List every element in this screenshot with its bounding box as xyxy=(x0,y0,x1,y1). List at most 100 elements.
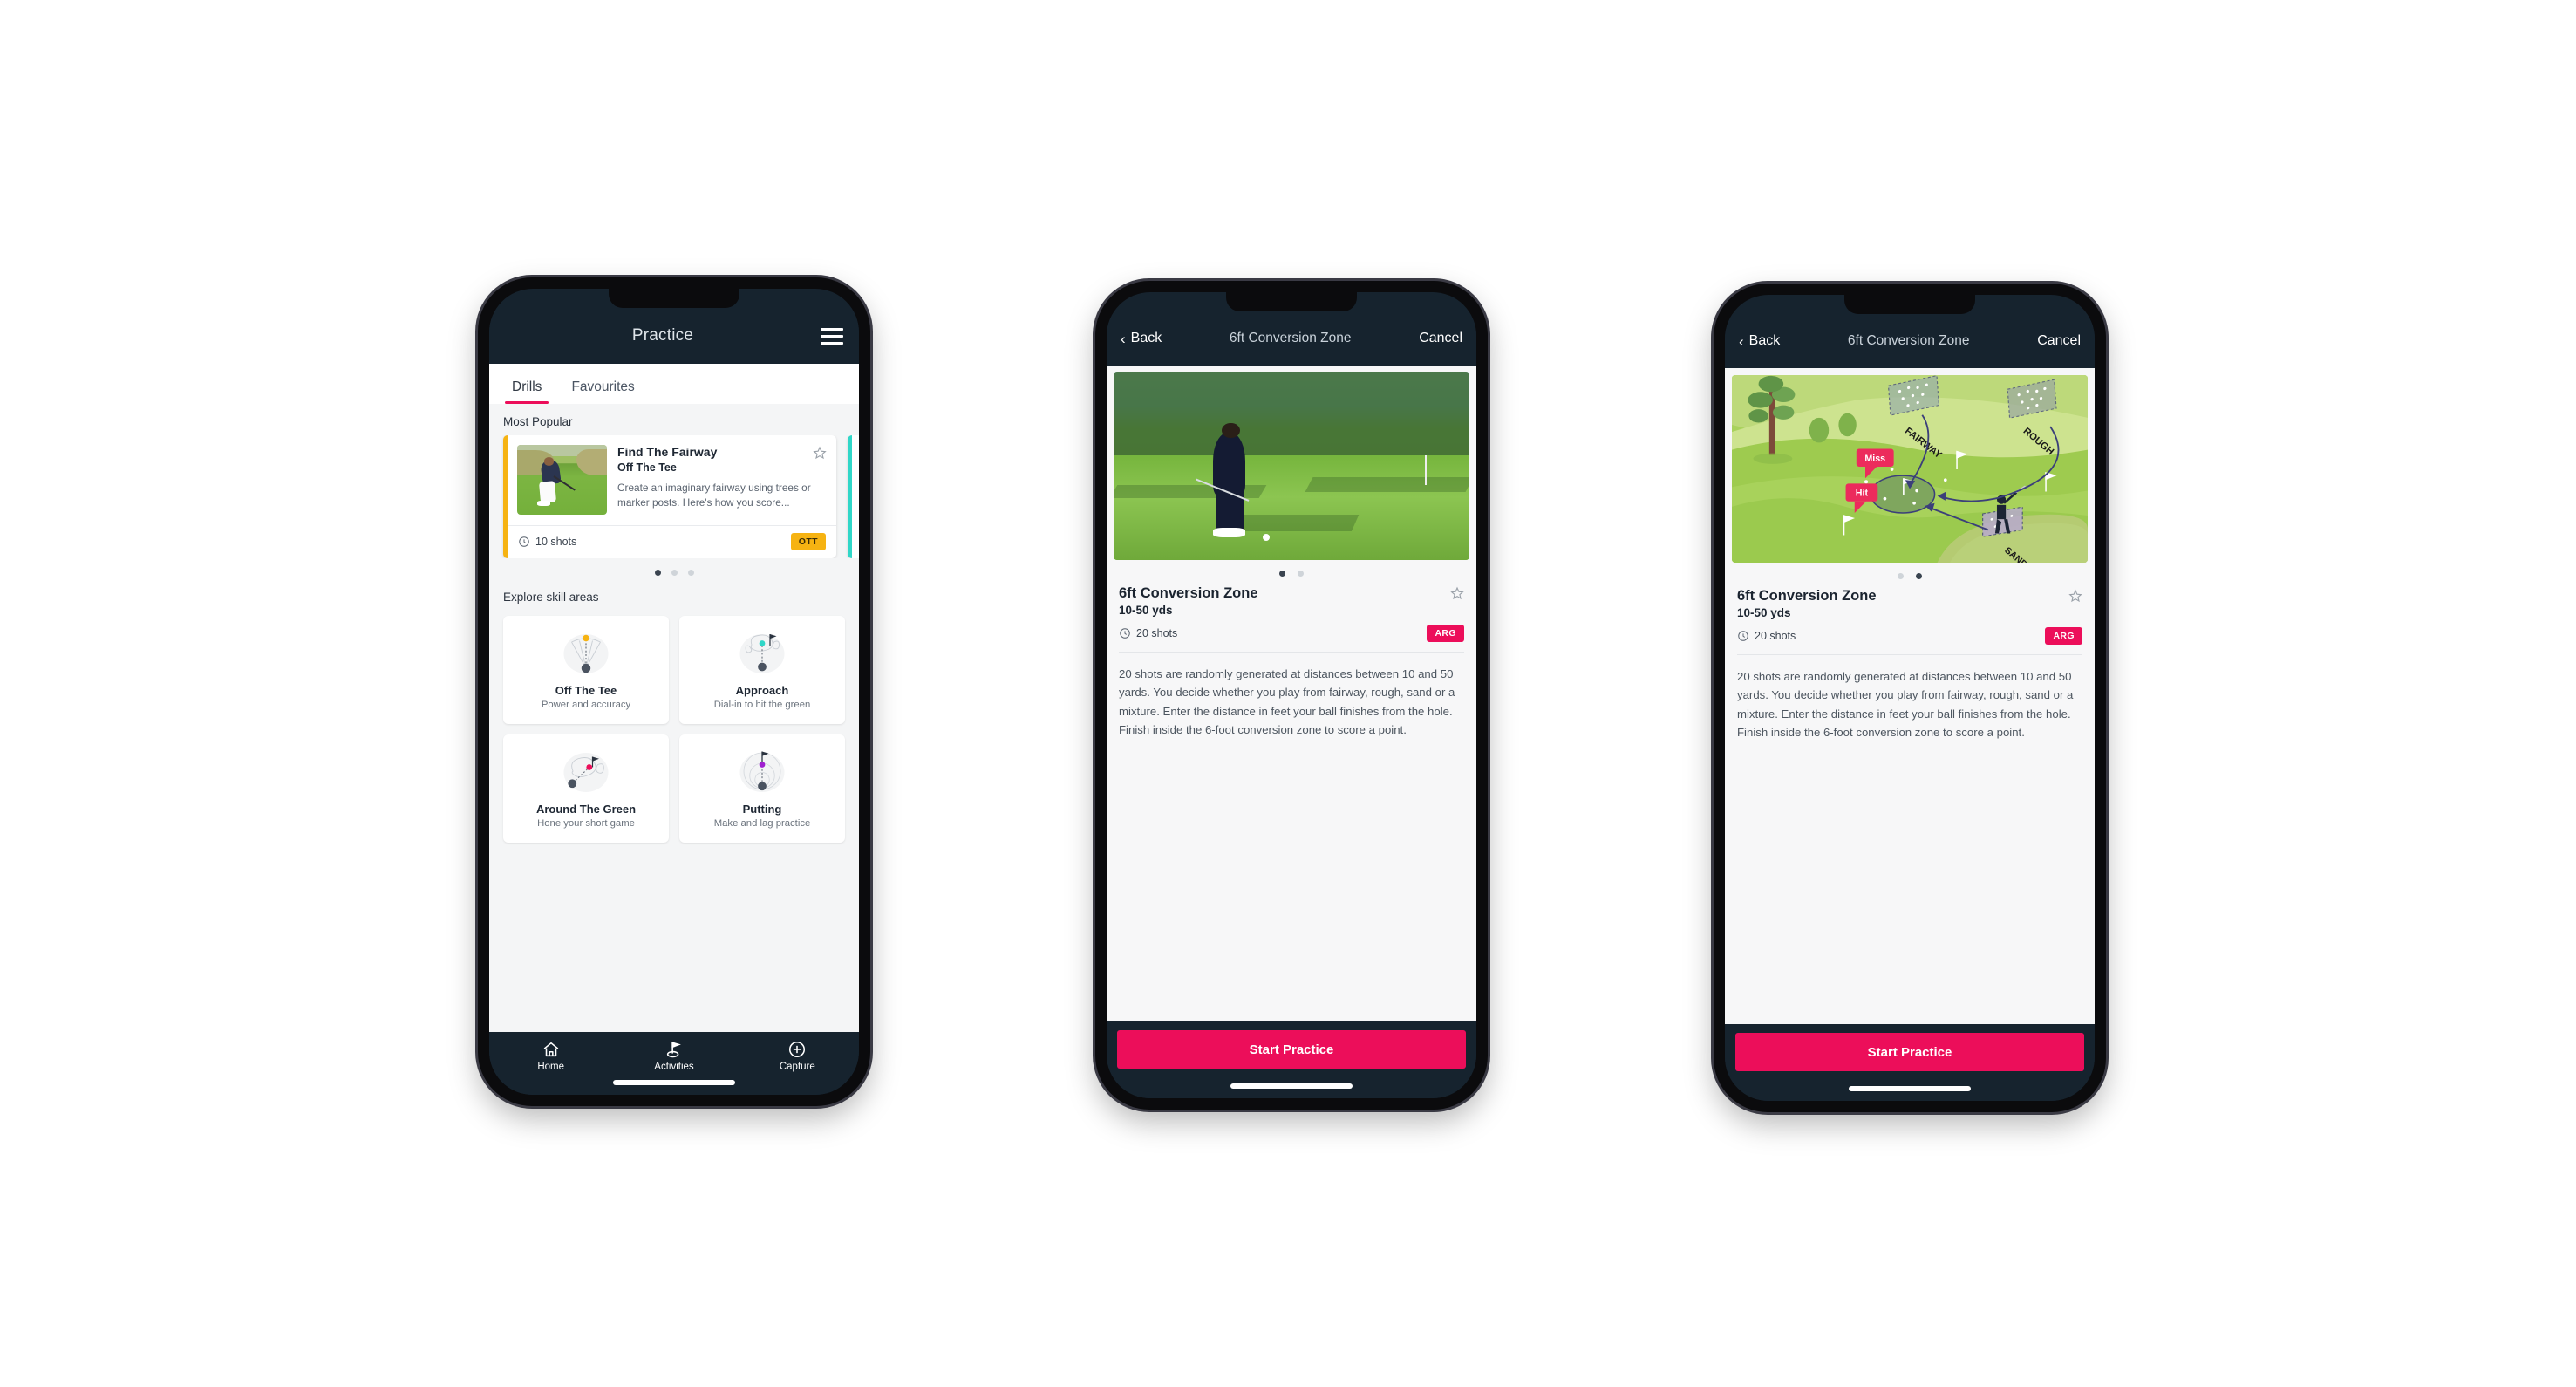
phone-1-practice-screen: Practice Drills Favourites Most Popular xyxy=(478,277,870,1106)
drill-skill-area: Off The Tee xyxy=(617,461,677,474)
hero-dot-2[interactable] xyxy=(1298,571,1304,577)
home-icon xyxy=(542,1040,561,1059)
drill-title: Find The Fairway xyxy=(617,445,718,459)
detail-content: 6ft Conversion Zone 10-50 yds 20 shots A… xyxy=(1107,366,1476,1021)
page-title: Practice xyxy=(631,326,694,345)
hero-dot-1[interactable] xyxy=(1898,573,1904,579)
star-outline-icon[interactable] xyxy=(2068,589,2082,603)
status-badge-ott: OTT xyxy=(790,533,826,550)
bottom-navigation: Home Activities Capture xyxy=(489,1032,859,1095)
drill-card-footer: 10 shots OTT xyxy=(508,525,836,558)
svg-text:Hit: Hit xyxy=(1856,489,1869,499)
drill-detail-description: 20 shots are randomly generated at dista… xyxy=(1119,667,1455,737)
skill-subtitle: Hone your short game xyxy=(537,818,635,829)
skill-title: Putting xyxy=(742,803,782,816)
skill-card-approach[interactable]: Approach Dial-in to hit the green xyxy=(679,616,845,724)
drill-description: Create an imaginary fairway using trees … xyxy=(617,482,811,509)
phone-2-viewport: ‹ Back 6ft Conversion Zone Cancel 6ft Co… xyxy=(1107,292,1476,1098)
hero-dot-1[interactable] xyxy=(1279,571,1285,577)
skill-subtitle: Dial-in to hit the green xyxy=(713,700,811,710)
screenshot-canvas: Practice Drills Favourites Most Popular xyxy=(0,0,2576,1387)
chevron-left-icon: ‹ xyxy=(1739,332,1744,350)
hamburger-menu-icon[interactable] xyxy=(821,327,843,345)
green-approach-icon xyxy=(728,626,796,679)
hero-carousel-dots[interactable] xyxy=(1107,560,1476,582)
chip-icon xyxy=(552,745,620,797)
nav-label: Capture xyxy=(779,1062,815,1072)
phone-3-drill-detail-illustration: ‹ Back 6ft Conversion Zone Cancel FAIRWA… xyxy=(1714,284,2106,1112)
status-badge-arg: ARG xyxy=(2045,627,2082,645)
nav-label: Home xyxy=(537,1062,564,1072)
svg-text:Miss: Miss xyxy=(1864,454,1885,464)
drill-carousel[interactable]: Find The Fairway Off The Tee Create an i… xyxy=(489,435,859,558)
app-header: Practice xyxy=(489,308,859,364)
home-indicator xyxy=(1849,1086,1971,1091)
drill-thumbnail xyxy=(517,445,607,515)
skill-card-around-the-green[interactable]: Around The Green Hone your short game xyxy=(503,734,669,843)
clock-icon xyxy=(1737,630,1749,642)
hero-carousel-dots[interactable] xyxy=(1725,563,2095,584)
star-outline-icon[interactable] xyxy=(1450,586,1464,600)
skill-card-putting[interactable]: Putting Make and lag practice xyxy=(679,734,845,843)
hero-photo[interactable] xyxy=(1114,372,1469,560)
skill-title: Approach xyxy=(735,684,789,697)
drill-card-meta: Find The Fairway Off The Tee Create an i… xyxy=(617,445,827,515)
practice-content: Drills Favourites Most Popular Find The … xyxy=(489,364,859,1032)
golf-flag-icon xyxy=(664,1040,684,1059)
drill-shots: 20 shots xyxy=(1737,630,1796,642)
home-indicator xyxy=(1230,1083,1353,1089)
notch xyxy=(1226,292,1357,311)
start-practice-button[interactable]: Start Practice xyxy=(1735,1033,2084,1071)
nav-label: Activities xyxy=(654,1062,694,1072)
drill-detail-info: 6ft Conversion Zone 10-50 yds 20 shots A… xyxy=(1107,582,1476,653)
carousel-dot-3[interactable] xyxy=(687,570,694,576)
skill-card-off-the-tee[interactable]: Off The Tee Power and accuracy xyxy=(503,616,669,724)
drill-shots: 10 shots xyxy=(518,536,576,548)
plus-circle-icon xyxy=(787,1040,807,1059)
drill-shots-label: 20 shots xyxy=(1755,630,1796,642)
detail-header: ‹ Back 6ft Conversion Zone Cancel xyxy=(1725,314,2095,368)
putt-rings-icon xyxy=(728,745,796,797)
skill-areas-grid: Off The Tee Power and accuracy Approach … xyxy=(489,611,859,851)
drill-detail-title: 6ft Conversion Zone xyxy=(1737,588,1877,604)
skill-subtitle: Power and accuracy xyxy=(541,700,631,710)
notch xyxy=(1844,295,1975,314)
tab-favourites[interactable]: Favourites xyxy=(559,379,646,404)
start-practice-button[interactable]: Start Practice xyxy=(1117,1030,1466,1069)
nav-item-activities[interactable]: Activities xyxy=(612,1040,735,1072)
drill-distance: 10-50 yds xyxy=(1737,606,1791,619)
skill-title: Around The Green xyxy=(535,803,637,816)
nav-item-capture[interactable]: Capture xyxy=(736,1040,859,1072)
star-outline-icon[interactable] xyxy=(813,446,827,460)
hero-course-illustration[interactable]: FAIRWAY ROUGH SAND Miss Hit xyxy=(1732,375,2088,563)
detail-header: ‹ Back 6ft Conversion Zone Cancel xyxy=(1107,311,1476,366)
detail-page-title: 6ft Conversion Zone xyxy=(1229,331,1352,345)
drill-distance: 10-50 yds xyxy=(1119,604,1173,617)
drill-shots: 20 shots xyxy=(1119,627,1177,639)
drill-card-top: Find The Fairway Off The Tee Create an i… xyxy=(508,435,836,525)
clock-icon xyxy=(1119,627,1131,639)
phone-2-drill-detail-photo: ‹ Back 6ft Conversion Zone Cancel 6ft Co… xyxy=(1095,281,1488,1110)
drill-detail-info: 6ft Conversion Zone 10-50 yds 20 shots A… xyxy=(1725,584,2095,655)
hero-dot-2[interactable] xyxy=(1916,573,1922,579)
home-indicator xyxy=(613,1080,735,1085)
skill-title: Off The Tee xyxy=(555,684,617,697)
back-button[interactable]: ‹ Back xyxy=(1739,333,1780,349)
carousel-dot-1[interactable] xyxy=(654,570,661,576)
cancel-button[interactable]: Cancel xyxy=(2037,333,2081,349)
status-badge-arg: ARG xyxy=(1427,625,1464,642)
carousel-dots[interactable] xyxy=(489,558,859,579)
tab-drills[interactable]: Drills xyxy=(500,379,554,404)
detail-page-title: 6ft Conversion Zone xyxy=(1847,333,1970,348)
clock-icon xyxy=(518,536,530,548)
nav-item-home[interactable]: Home xyxy=(489,1040,612,1072)
drill-card-next-peek[interactable] xyxy=(848,435,859,558)
cancel-button[interactable]: Cancel xyxy=(1419,331,1462,346)
back-button[interactable]: ‹ Back xyxy=(1121,331,1162,346)
phone-3-viewport: ‹ Back 6ft Conversion Zone Cancel FAIRWA… xyxy=(1725,295,2095,1101)
drill-card-find-the-fairway[interactable]: Find The Fairway Off The Tee Create an i… xyxy=(503,435,836,558)
drill-detail-title: 6ft Conversion Zone xyxy=(1119,585,1258,601)
carousel-dot-2[interactable] xyxy=(671,570,678,576)
back-label: Back xyxy=(1130,331,1162,345)
phone-1-viewport: Practice Drills Favourites Most Popular xyxy=(489,289,859,1095)
